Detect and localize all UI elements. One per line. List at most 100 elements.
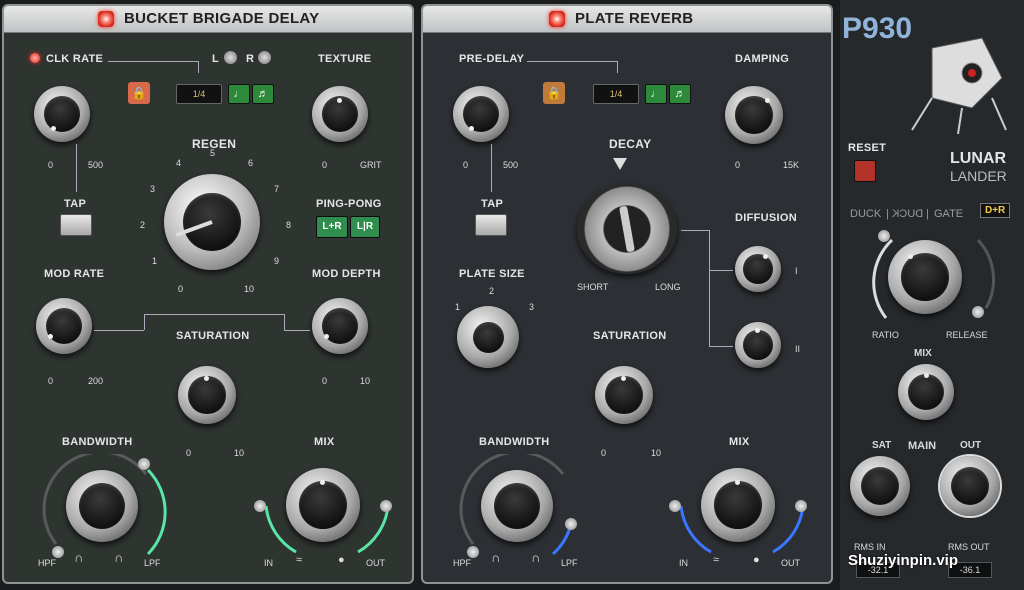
clk-rate-label: CLK RATE [46,53,104,65]
mode-gate[interactable]: GATE [934,208,963,220]
bbd-saturation-label: SATURATION [176,330,250,342]
mode-kcud[interactable]: DUCK [892,208,923,220]
mod-rate-max: 200 [88,376,104,386]
bbd-bandwidth-knob[interactable] [66,470,138,542]
plate-size-label: PLATE SIZE [459,268,525,280]
texture-knob[interactable] [312,86,368,142]
watermark: Shuziyinpin.vip [848,552,959,569]
r-trim-knob[interactable] [258,51,271,64]
bbd-lpf-handle[interactable] [138,458,150,470]
bbd-bandwidth-label: BANDWIDTH [62,436,133,448]
clk-rate-max: 500 [88,160,104,170]
plate-hpf-handle[interactable] [467,546,479,558]
plate-division-display[interactable]: 1/4 [593,84,639,104]
diffusion-label: DIFFUSION [735,212,797,224]
bbd-tap-label: TAP [64,198,87,210]
texture-label: TEXTURE [318,53,372,65]
plate-lock-button[interactable]: 🔒 [543,82,565,104]
reset-button[interactable] [854,160,876,182]
damping-max: 15K [783,160,800,170]
pre-delay-min: 0 [463,160,469,170]
p930-side-panel: P930 RESET LUNAR LANDER DUCK | DUCK | GA… [840,0,1024,590]
plate-mix-out-handle[interactable] [795,500,807,512]
ping-pong-l-r-button[interactable]: L|R [350,216,380,238]
plate-note-button[interactable]: ♩ [645,84,667,104]
decay-knob[interactable] [577,184,677,274]
texture-min: 0 [322,160,328,170]
bbd-mix-out-handle[interactable] [380,500,392,512]
plate-lpf-handle[interactable] [565,518,577,530]
mode-duck[interactable]: DUCK [850,208,881,220]
rms-in-label: RMS IN [854,542,886,552]
plate-mix-in-handle[interactable] [669,500,681,512]
mod-rate-min: 0 [48,376,54,386]
plate-size-3: 3 [529,302,535,312]
plate-mix-knob[interactable] [701,468,775,542]
plate-size-1: 1 [455,302,461,312]
mod-rate-knob[interactable] [36,298,92,354]
diffusion-1-knob[interactable] [735,246,781,292]
bbd-header: BUCKET BRIGADE DELAY [4,6,412,33]
regen-knob[interactable] [164,174,260,270]
pre-delay-max: 500 [503,160,519,170]
bbd-hpf-handle[interactable] [52,546,64,558]
ratio-release-knob[interactable] [888,240,962,314]
out-knob[interactable] [940,456,1000,516]
pre-delay-knob[interactable] [453,86,509,142]
bbd-power-led[interactable] [98,11,114,27]
bbd-title: BUCKET BRIGADE DELAY [124,10,320,27]
side-mix-label: MIX [914,348,932,359]
clk-rate-led[interactable] [30,53,40,63]
plate-triplet-button[interactable]: ♬ [669,84,691,104]
plate-hpf-shape-icon: ∩ [491,550,501,565]
l-trim-knob[interactable] [224,51,237,64]
release-label: RELEASE [946,330,988,340]
clk-rate-knob[interactable] [34,86,90,142]
bbd-triplet-button[interactable]: ♬ [252,84,274,104]
ping-pong-lr-button[interactable]: L+R [316,216,348,238]
bbd-lock-button[interactable]: 🔒 [128,82,150,104]
bbd-lpf-label: LPF [144,558,161,568]
ping-pong-label: PING-PONG [316,198,382,210]
sat-knob[interactable] [850,456,910,516]
damping-knob[interactable] [725,86,783,144]
lr-r-label: R [246,53,255,65]
sat-label: SAT [872,440,892,451]
plate-bandwidth-label: BANDWIDTH [479,436,550,448]
mod-depth-knob[interactable] [312,298,368,354]
plate-saturation-knob[interactable] [595,366,653,424]
ratio-handle[interactable] [878,230,890,242]
lr-l-label: L [212,53,220,65]
plate-header: PLATE REVERB [423,6,831,33]
bbd-tap-button[interactable] [60,214,92,236]
bbd-note-button[interactable]: ♩ [228,84,250,104]
mod-rate-label: MOD RATE [44,268,105,280]
plate-lpf-label: LPF [561,558,578,568]
plate-mix-out-label: OUT [781,558,800,568]
diffusion-2-knob[interactable] [735,322,781,368]
plate-tap-button[interactable] [475,214,507,236]
side-mix-knob[interactable] [898,364,954,420]
bbd-mix-label: MIX [314,436,335,448]
decay-pointer [613,158,627,170]
plate-mix-in-label: IN [679,558,688,568]
bbd-mix-in-handle[interactable] [254,500,266,512]
release-handle[interactable] [972,306,984,318]
bucket-brigade-delay-panel: BUCKET BRIGADE DELAY CLK RATE 0 500 🔒 1/… [2,4,414,584]
bbd-mix-in-label: IN [264,558,273,568]
plate-saturation-label: SATURATION [593,330,667,342]
plate-sat-max: 10 [651,448,662,458]
mode-dr-button[interactable]: D+R [980,203,1011,218]
bbd-division-display[interactable]: 1/4 [176,84,222,104]
bbd-mix-knob[interactable] [286,468,360,542]
mod-depth-min: 0 [322,376,328,386]
clk-rate-min: 0 [48,160,54,170]
bbd-saturation-knob[interactable] [178,366,236,424]
plate-power-led[interactable] [549,11,565,27]
plate-wet-icon: ● [753,554,760,566]
plate-bandwidth-knob[interactable] [481,470,553,542]
texture-max: GRIT [360,160,382,170]
bbd-hpf-shape-icon: ∩ [74,550,84,565]
plate-size-knob[interactable] [457,306,519,368]
pre-delay-label: PRE-DELAY [459,53,525,65]
